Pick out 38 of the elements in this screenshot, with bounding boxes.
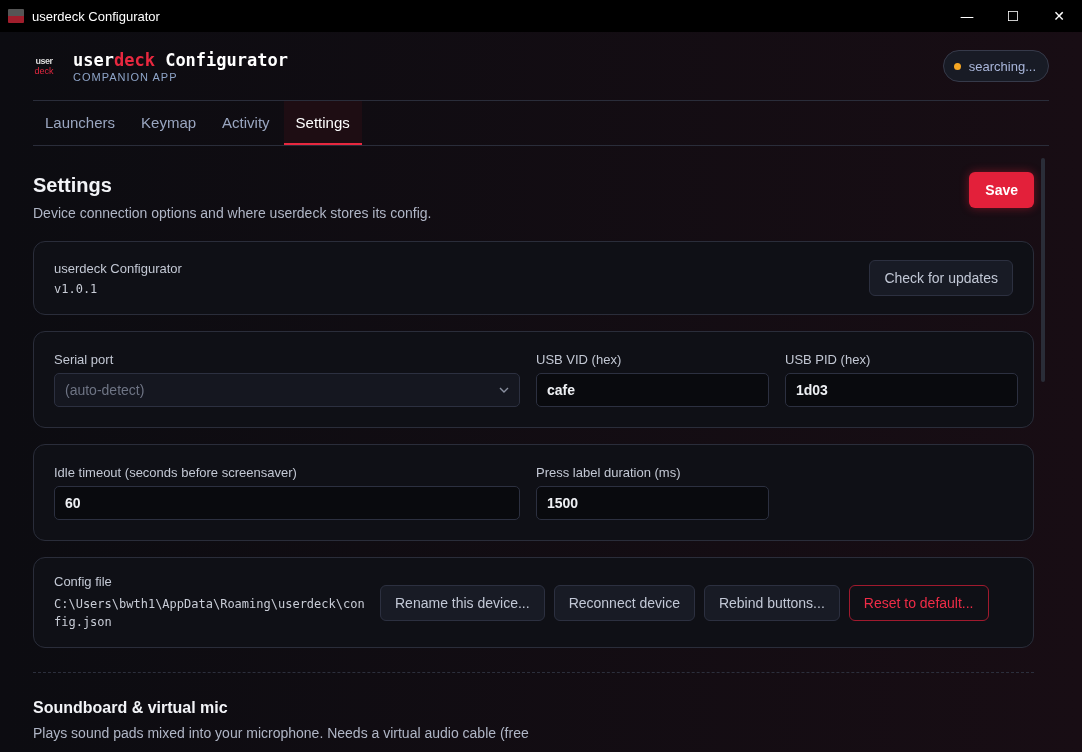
update-button[interactable]: Check for updates	[869, 260, 1013, 296]
app-title: userdeck Configurator	[73, 49, 288, 70]
input-field[interactable]: cafe	[536, 373, 769, 407]
tab[interactable]: Settings	[283, 101, 362, 145]
field-label: Press label duration (ms)	[536, 465, 682, 480]
tab[interactable]: Keymap	[129, 101, 209, 145]
minimize-button[interactable]: —	[944, 0, 990, 32]
field-label: Serial port	[54, 352, 115, 367]
page-description: Device connection options and where userdeck stores its config.	[33, 205, 432, 221]
section-title: Soundboard & virtual mic	[33, 699, 229, 717]
save-button[interactable]: Save	[969, 172, 1034, 208]
tab[interactable]: Launchers	[33, 101, 128, 145]
app-name: userdeck Configurator	[54, 260, 182, 276]
page-title: Settings	[33, 174, 113, 197]
action-button[interactable]: Rename this device...	[380, 584, 545, 621]
field-label: USB PID (hex)	[785, 352, 872, 367]
app-version: v1.0.1	[54, 281, 99, 296]
input-field[interactable]: 1d03	[785, 373, 1018, 407]
input-field[interactable]: 60	[54, 486, 520, 520]
close-button[interactable]: ✕	[1036, 0, 1082, 32]
app-icon	[8, 9, 24, 23]
section-description: Plays sound pads mixed into your microphone. Needs a virtual audio cable (free	[33, 725, 530, 741]
action-button[interactable]: Reconnect device	[553, 584, 695, 621]
tab[interactable]: Activity	[210, 101, 282, 145]
chevron-icon	[499, 387, 509, 393]
field-label: Idle timeout (seconds before screensaver)	[54, 465, 298, 480]
reset-button[interactable]: Reset to default...	[848, 584, 989, 621]
maximize-button[interactable]: ☐	[990, 0, 1036, 32]
config-path: C:\Users\bwth1\AppData\Roaming\userdeck\config.json	[54, 596, 366, 631]
status-label: searching...	[968, 58, 1036, 74]
action-button[interactable]: Rebind buttons...	[703, 584, 840, 621]
field-label: USB VID (hex)	[536, 352, 623, 367]
logo: user deck	[33, 56, 55, 76]
window-title: userdeck Configurator	[32, 8, 160, 24]
config-label: Config file	[54, 574, 113, 589]
app-subtitle: COMPANION APP	[73, 70, 179, 83]
select-field[interactable]: (auto-detect)	[54, 373, 520, 407]
input-field[interactable]: 1500	[536, 486, 769, 520]
